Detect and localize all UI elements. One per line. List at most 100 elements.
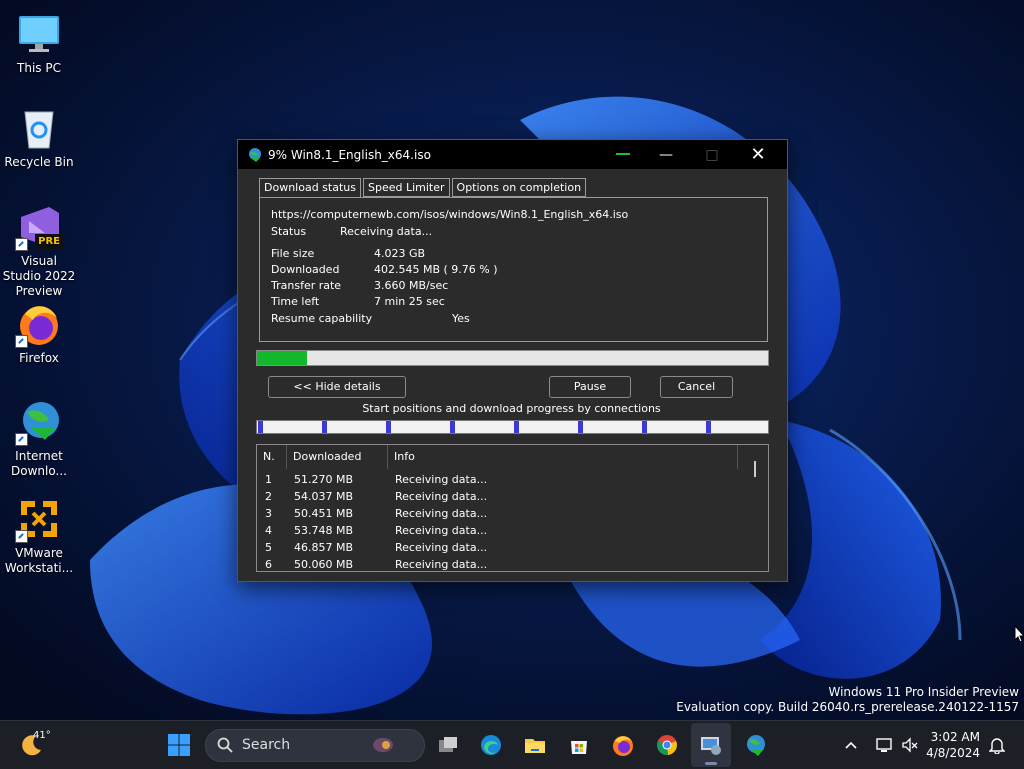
desktop-icon-visual-studio[interactable]: PRE Visual Studio 2022 Preview <box>1 203 77 299</box>
shortcut-arrow-icon <box>15 238 28 251</box>
taskbar-search[interactable]: Search <box>205 729 425 762</box>
shortcut-arrow-icon <box>15 530 28 543</box>
pause-button[interactable]: Pause <box>549 376 631 398</box>
network-icon <box>876 738 892 752</box>
column-header-number[interactable]: N. <box>257 445 287 469</box>
desktop-icon-label: This PC <box>17 61 61 75</box>
taskbar-chrome[interactable] <box>651 729 683 761</box>
task-view-icon <box>439 737 457 752</box>
downloaded-row: Downloaded 402.545 MB ( 9.76 % ) <box>271 263 498 276</box>
taskbar-remote-desktop[interactable] <box>695 729 727 761</box>
table-header: N. Downloaded Info <box>257 445 768 469</box>
column-header-downloaded[interactable]: Downloaded <box>287 445 388 469</box>
shortcut-arrow-icon <box>15 433 28 446</box>
table-body: 1 51.270 MB Receiving data... 2 54.037 M… <box>257 471 749 571</box>
desktop-icon-internet-download-manager[interactable]: Internet Downlo... <box>1 398 77 479</box>
progress-fill <box>257 351 307 365</box>
table-row[interactable]: 2 54.037 MB Receiving data... <box>257 488 749 505</box>
table-row[interactable]: 4 53.748 MB Receiving data... <box>257 522 749 539</box>
task-view-button[interactable] <box>432 729 464 761</box>
connection-segment <box>258 421 263 433</box>
time-left-value: 7 min 25 sec <box>374 295 445 308</box>
folder-icon <box>525 739 545 753</box>
file-size-value: 4.023 GB <box>374 247 426 260</box>
connections-progress-bar <box>256 420 769 434</box>
connection-segment <box>450 421 455 433</box>
file-size-label: File size <box>271 247 315 260</box>
maximize-button[interactable]: □ <box>689 140 735 169</box>
temperature: 41° <box>33 730 51 741</box>
column-header-info[interactable]: Info <box>388 445 738 469</box>
connections-table: N. Downloaded Info 1 51.270 MB Receiving… <box>256 444 769 572</box>
connection-segment <box>642 421 647 433</box>
vmware-icon <box>15 495 63 543</box>
table-scrollbar[interactable] <box>750 459 768 569</box>
system-clock[interactable]: 3:02 AM 4/8/2024 <box>922 729 980 761</box>
connection-segment <box>386 421 391 433</box>
cell-number: 4 <box>265 524 272 537</box>
tab-options-on-completion[interactable]: Options on completion <box>451 178 587 197</box>
table-row[interactable]: 3 50.451 MB Receiving data... <box>257 505 749 522</box>
close-button[interactable]: ✕ <box>735 140 781 169</box>
tab-speed-limiter[interactable]: Speed Limiter <box>362 178 450 197</box>
desktop-icon-label: VMware Workstati... <box>4 546 74 575</box>
shortcut-arrow-icon <box>15 335 28 348</box>
tab-download-status[interactable]: Download status <box>259 178 361 198</box>
resume-capability-row: Resume capability Yes <box>271 312 470 325</box>
table-row[interactable]: 1 51.270 MB Receiving data... <box>257 471 749 488</box>
minimize-button[interactable]: — <box>643 140 689 169</box>
status-row: Status Receiving data... <box>271 225 432 238</box>
download-progress-bar <box>256 350 769 366</box>
transfer-rate-row: Transfer rate 3.660 MB/sec <box>271 279 448 292</box>
window-title: 9% Win8.1_English_x64.iso <box>268 147 431 162</box>
taskbar-edge[interactable] <box>475 729 507 761</box>
taskbar-firefox[interactable] <box>607 729 639 761</box>
taskbar-microsoft-store[interactable] <box>563 729 595 761</box>
activity-indicator <box>616 153 630 155</box>
bell-icon <box>989 738 1005 754</box>
firefox-icon <box>15 300 63 348</box>
table-row[interactable]: 5 46.857 MB Receiving data... <box>257 539 749 556</box>
visual-studio-icon: PRE <box>15 203 63 251</box>
idm-globe-icon <box>15 398 63 446</box>
connection-segment <box>322 421 327 433</box>
idm-app-icon <box>249 147 261 162</box>
title-bar[interactable]: 9% Win8.1_English_x64.iso — □ ✕ <box>238 140 787 169</box>
download-progress-window: 9% Win8.1_English_x64.iso — □ ✕ Download… <box>237 139 788 582</box>
desktop-icon-label: Recycle Bin <box>4 155 74 169</box>
scrollbar-thumb[interactable] <box>754 461 756 477</box>
taskbar-file-explorer[interactable] <box>519 729 551 761</box>
hide-details-button[interactable]: << Hide details <box>268 376 406 398</box>
desktop-icon-firefox[interactable]: Firefox <box>1 300 77 366</box>
clock-date: 4/8/2024 <box>926 746 980 760</box>
cell-info: Receiving data... <box>395 524 488 537</box>
maximize-icon: □ <box>705 146 719 163</box>
desktop-icon-vmware[interactable]: VMware Workstati... <box>1 495 77 576</box>
speaker-muted-icon <box>902 737 918 753</box>
idm-globe-icon <box>747 735 765 756</box>
firefox-icon <box>613 736 633 756</box>
search-highlight-icon <box>373 738 393 752</box>
cell-info: Receiving data... <box>395 541 488 554</box>
cancel-button[interactable]: Cancel <box>660 376 733 398</box>
transfer-rate-label: Transfer rate <box>271 279 342 292</box>
connection-segment <box>706 421 711 433</box>
downloaded-label: Downloaded <box>271 263 340 276</box>
start-button[interactable] <box>163 729 195 761</box>
connection-segment <box>514 421 519 433</box>
taskbar-internet-download-manager[interactable] <box>739 729 771 761</box>
status-value: Receiving data... <box>340 225 433 238</box>
show-hidden-icons-button[interactable] <box>835 729 867 761</box>
mouse-cursor-icon <box>1014 625 1024 643</box>
desktop-icon-this-pc[interactable]: This PC <box>1 10 77 76</box>
clock-time: 3:02 AM <box>930 730 980 744</box>
table-row[interactable]: 6 50.060 MB Receiving data... <box>257 556 749 571</box>
resume-capability-value: Yes <box>452 312 470 325</box>
windows-evaluation-watermark: Windows 11 Pro Insider Preview Evaluatio… <box>676 685 1019 715</box>
desktop-icon-recycle-bin[interactable]: Recycle Bin <box>1 104 77 170</box>
search-label: Search <box>242 737 291 753</box>
notifications-button[interactable] <box>981 729 1013 761</box>
time-left-row: Time left 7 min 25 sec <box>271 295 445 308</box>
desktop-icon-label: Internet Downlo... <box>11 449 67 478</box>
windows-logo-icon <box>168 734 190 756</box>
